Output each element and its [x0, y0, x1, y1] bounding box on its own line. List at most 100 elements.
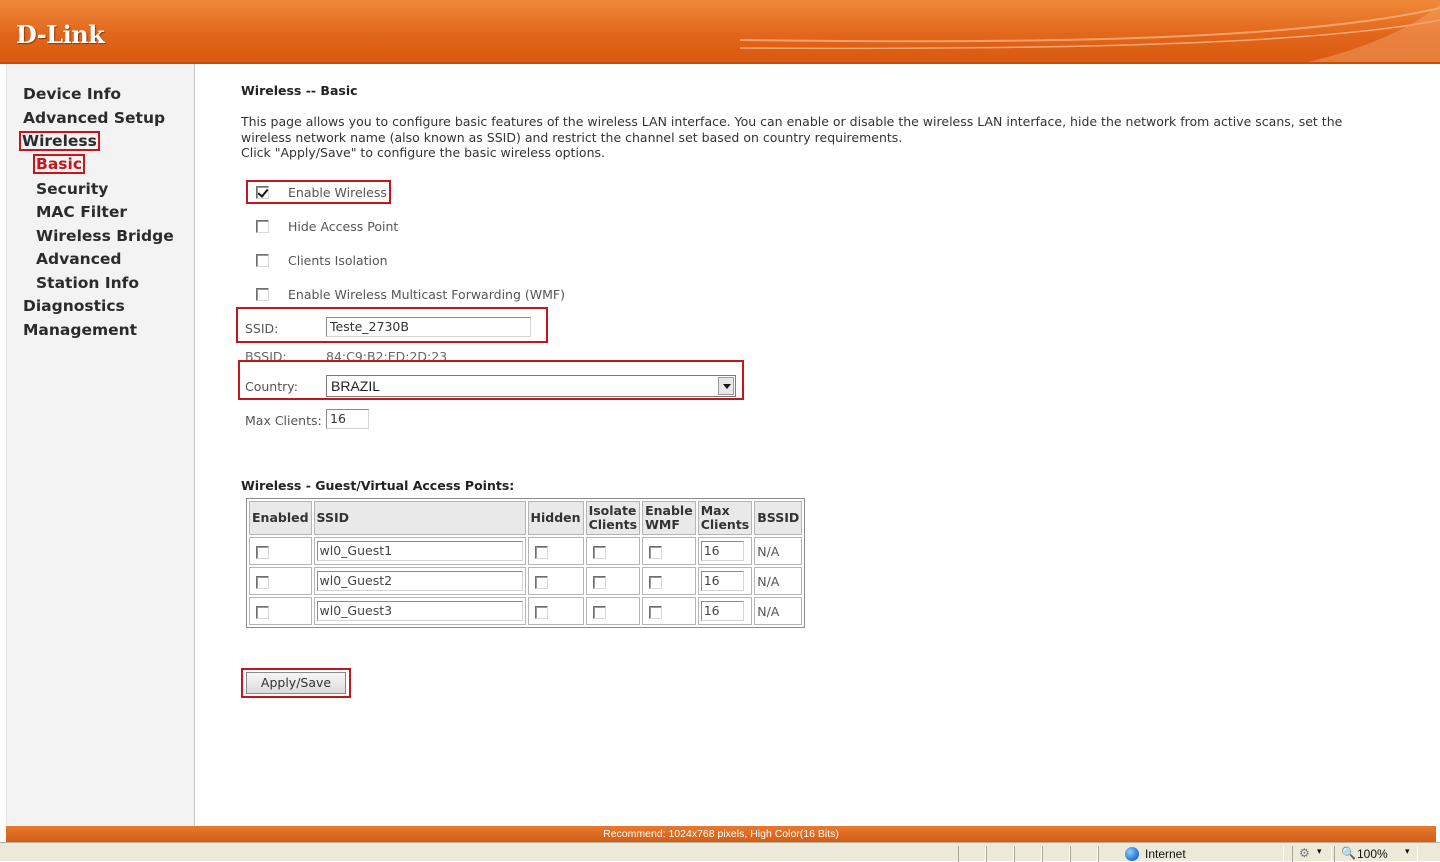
sidebar-item-diagnostics[interactable]: Diagnostics	[23, 296, 125, 316]
description-hint: Click "Apply/Save" to configure the basi…	[241, 145, 605, 160]
zoom-level: 100%	[1357, 847, 1388, 861]
guest3-isolate-checkbox[interactable]	[592, 605, 606, 619]
guest1-max-cell: 16	[697, 537, 753, 565]
guest1-enabled-checkbox[interactable]	[256, 545, 269, 559]
browser-status-bar: Internet ⚙ ▾ 🔍 100% ▾	[0, 842, 1440, 862]
guest2-hidden-cell	[527, 567, 584, 595]
protected-mode-cell[interactable]: ⚙ ▾	[1292, 846, 1332, 862]
bssid-label: BSSID:	[245, 349, 287, 360]
sidebar-item-basic[interactable]: Basic	[33, 154, 86, 174]
sidebar-item-device-info[interactable]: Device Info	[23, 84, 121, 104]
page-header: D-Link	[0, 0, 1440, 64]
status-cell	[1042, 846, 1070, 862]
zoom-icon: 🔍	[1341, 846, 1356, 860]
globe-icon	[1125, 847, 1139, 861]
table-header-row: Enabled SSID Hidden Isolate Clients Enabl…	[249, 501, 803, 535]
apply-save-button[interactable]: Apply/Save	[246, 672, 346, 694]
sidebar-item-security[interactable]: Security	[36, 179, 108, 199]
guest2-wmf-cell	[642, 567, 696, 595]
guest2-max-clients-input[interactable]: 16	[700, 571, 744, 591]
chevron-down-icon: ▾	[1405, 846, 1410, 856]
max-clients-label: Max Clients:	[245, 413, 322, 428]
page-title: Wireless -- Basic	[241, 83, 358, 98]
sidebar-nav: Device Info Advanced Setup Wireless Basi…	[6, 64, 195, 826]
guest2-wmf-checkbox[interactable]	[649, 575, 663, 589]
guest1-hidden-checkbox[interactable]	[534, 545, 548, 559]
header-swoosh-graphic	[740, 4, 1440, 62]
ssid-label: SSID:	[245, 321, 279, 336]
col-enable-wmf: Enable WMF	[642, 501, 696, 535]
dlink-logo: D-Link	[16, 20, 105, 49]
guest3-wmf-checkbox[interactable]	[649, 605, 663, 619]
security-zone-cell: Internet	[1098, 846, 1284, 862]
guest2-enabled-cell	[249, 567, 312, 595]
guest3-ssid-input[interactable]: wl0_Guest3	[316, 601, 523, 621]
chevron-down-icon: ▾	[1317, 846, 1322, 856]
country-select[interactable]: BRAZIL	[326, 375, 736, 397]
col-isolate-line2: Clients	[588, 517, 638, 532]
guest2-ssid-input[interactable]: wl0_Guest2	[316, 571, 523, 591]
guest1-hidden-cell	[527, 537, 584, 565]
guest1-ssid-cell: wl0_Guest1	[313, 537, 526, 565]
clients-isolation-checkbox[interactable]	[256, 254, 269, 267]
sidebar-item-management[interactable]: Management	[23, 320, 137, 340]
description-text: This page allows you to configure basic …	[241, 114, 1343, 145]
col-ssid: SSID	[313, 501, 526, 535]
guest2-max-cell: 16	[697, 567, 753, 595]
guest-section-title: Wireless - Guest/Virtual Access Points:	[241, 478, 515, 493]
col-isolate-line1: Isolate	[588, 503, 637, 518]
status-cell	[1014, 846, 1042, 862]
guest2-ssid-cell: wl0_Guest2	[313, 567, 526, 595]
col-max-line1: Max	[700, 503, 730, 518]
guest1-max-clients-input[interactable]: 16	[700, 541, 744, 561]
enable-wireless-label: Enable Wireless	[288, 185, 387, 200]
max-clients-input[interactable]: 16	[326, 409, 369, 429]
guest3-wmf-cell	[642, 597, 696, 625]
guest2-isolate-cell	[585, 567, 641, 595]
guest2-enabled-checkbox[interactable]	[256, 575, 269, 589]
guest1-isolate-checkbox[interactable]	[592, 545, 606, 559]
guest3-hidden-checkbox[interactable]	[534, 605, 548, 619]
guest1-wmf-checkbox[interactable]	[649, 545, 663, 559]
col-isolate-clients: Isolate Clients	[585, 501, 641, 535]
guest1-isolate-cell	[585, 537, 641, 565]
hide-access-point-checkbox[interactable]	[256, 220, 269, 233]
hide-access-point-label: Hide Access Point	[288, 219, 399, 234]
guest3-hidden-cell	[527, 597, 584, 625]
col-wmf-line1: Enable	[645, 503, 693, 518]
table-row: wl0_Guest2 16 N/A	[249, 567, 803, 595]
col-bssid: BSSID	[754, 501, 803, 535]
guest2-isolate-checkbox[interactable]	[592, 575, 606, 589]
sidebar-item-advanced[interactable]: Advanced	[36, 249, 122, 269]
guest3-max-clients-input[interactable]: 16	[700, 601, 744, 621]
enable-wireless-checkbox[interactable]	[256, 186, 269, 199]
guest1-bssid-cell: N/A	[754, 537, 803, 565]
guest-ap-table: Enabled SSID Hidden Isolate Clients Enabl…	[246, 498, 806, 628]
guest1-wmf-cell	[642, 537, 696, 565]
col-hidden: Hidden	[527, 501, 584, 535]
sidebar-item-wireless[interactable]: Wireless	[19, 131, 100, 151]
ssid-input[interactable]: Teste_2730B	[326, 317, 531, 337]
guest3-isolate-cell	[585, 597, 641, 625]
sidebar-item-advanced-setup[interactable]: Advanced Setup	[23, 108, 165, 128]
guest2-hidden-checkbox[interactable]	[534, 575, 548, 589]
enable-wmf-checkbox[interactable]	[256, 288, 269, 301]
status-cell	[958, 846, 986, 862]
guest3-ssid-cell: wl0_Guest3	[313, 597, 526, 625]
sidebar-item-wireless-bridge[interactable]: Wireless Bridge	[36, 226, 174, 246]
status-cell	[1070, 846, 1098, 862]
guest1-ssid-input[interactable]: wl0_Guest1	[316, 541, 523, 561]
country-selected-value: BRAZIL	[331, 378, 381, 394]
sidebar-item-mac-filter[interactable]: MAC Filter	[36, 202, 127, 222]
status-cell	[986, 846, 1014, 862]
zoom-cell[interactable]: 🔍 100% ▾	[1334, 846, 1418, 862]
security-zone-text: Internet	[1145, 847, 1186, 861]
guest3-enabled-checkbox[interactable]	[256, 605, 269, 619]
guest1-enabled-cell	[249, 537, 312, 565]
guest3-bssid-cell: N/A	[754, 597, 803, 625]
sidebar-item-station-info[interactable]: Station Info	[36, 273, 139, 293]
guest3-max-cell: 16	[697, 597, 753, 625]
chevron-down-icon[interactable]	[718, 377, 734, 395]
col-max-line2: Clients	[700, 517, 750, 532]
col-max-clients: Max Clients	[697, 501, 753, 535]
